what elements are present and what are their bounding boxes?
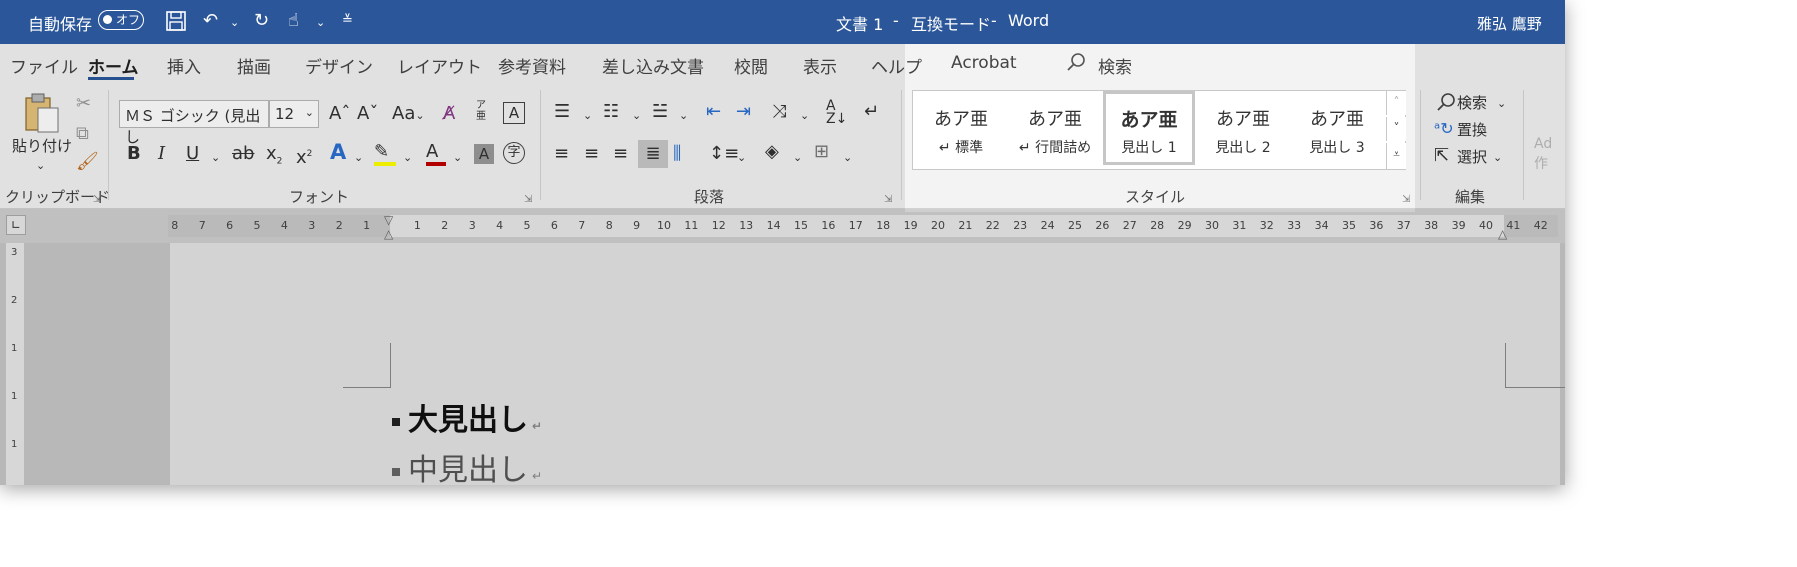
autosave-label: 自動保存 — [28, 15, 93, 34]
touch-dropdown-icon[interactable]: ⌄ — [316, 16, 325, 29]
autosave-toggle[interactable]: オフ — [98, 10, 144, 30]
gallery-scroll-up-icon[interactable]: ˄ — [1386, 91, 1406, 115]
undo-icon[interactable]: ↶ — [203, 10, 218, 31]
style-heading-1[interactable]: あア亜 見出し 1 — [1103, 91, 1195, 165]
tab-acrobat[interactable]: Acrobat — [951, 53, 1017, 73]
autosave-state: オフ — [116, 13, 141, 27]
style-preview: あア亜 — [1310, 109, 1364, 130]
redo-icon[interactable]: ↻ — [254, 10, 269, 31]
style-preview: あア亜 — [934, 109, 988, 130]
style-name: 見出し 3 — [1309, 140, 1365, 156]
style-no-spacing[interactable]: あア亜 ↵ 行間詰め — [1009, 91, 1101, 167]
dim-overlay — [1415, 44, 1565, 485]
style-name: ↵ 行間詰め — [1018, 140, 1092, 156]
undo-dropdown-icon[interactable]: ⌄ — [230, 16, 239, 29]
dim-overlay — [0, 44, 905, 485]
customize-qat-icon[interactable]: ≚ — [342, 13, 353, 28]
title-bar: 自動保存 オフ ↶ ⌄ ↻ ☝ ⌄ ≚ 文書 1 - 互換モード - Word … — [0, 0, 1565, 44]
toggle-knob — [103, 15, 112, 24]
style-name: 見出し 1 — [1121, 140, 1177, 156]
touch-mode-icon[interactable]: ☝ — [288, 10, 299, 31]
styles-gallery: あア亜 ↵ 標準 あア亜 ↵ 行間詰め あア亜 見出し 1 あア亜 見出し 2 … — [912, 90, 1406, 170]
style-name: ↵ 標準 — [938, 140, 984, 156]
compat-mode-label: 互換モード — [911, 15, 992, 34]
style-heading-3[interactable]: あア亜 見出し 3 — [1291, 91, 1383, 167]
app-name: Word — [1008, 11, 1050, 30]
style-normal[interactable]: あア亜 ↵ 標準 — [915, 91, 1007, 167]
style-preview: あア亜 — [1216, 109, 1270, 130]
title-separator: - — [991, 11, 997, 30]
style-preview: あア亜 — [1120, 109, 1178, 131]
gallery-more-icon[interactable]: ⩡ — [1386, 143, 1406, 169]
gallery-scroll-down-icon[interactable]: ˅ — [1386, 117, 1406, 141]
style-heading-2[interactable]: あア亜 見出し 2 — [1197, 91, 1289, 167]
styles-group-label: スタイル — [1125, 188, 1186, 206]
search-icon[interactable] — [1066, 52, 1086, 77]
style-preview: あア亜 — [1028, 109, 1082, 130]
tell-me-search[interactable]: 検索 — [1098, 53, 1132, 78]
style-name: 見出し 2 — [1215, 140, 1271, 156]
word-window: 自動保存 オフ ↶ ⌄ ↻ ☝ ⌄ ≚ 文書 1 - 互換モード - Word … — [0, 0, 1565, 485]
save-icon[interactable] — [165, 10, 187, 37]
dim-overlay — [905, 212, 1415, 485]
user-name[interactable]: 雅弘 鷹野 — [1477, 13, 1542, 34]
title-separator: - — [893, 11, 899, 30]
styles-launcher-icon[interactable]: ⇲ — [1402, 190, 1410, 210]
document-title: 文書 1 — [836, 15, 884, 34]
